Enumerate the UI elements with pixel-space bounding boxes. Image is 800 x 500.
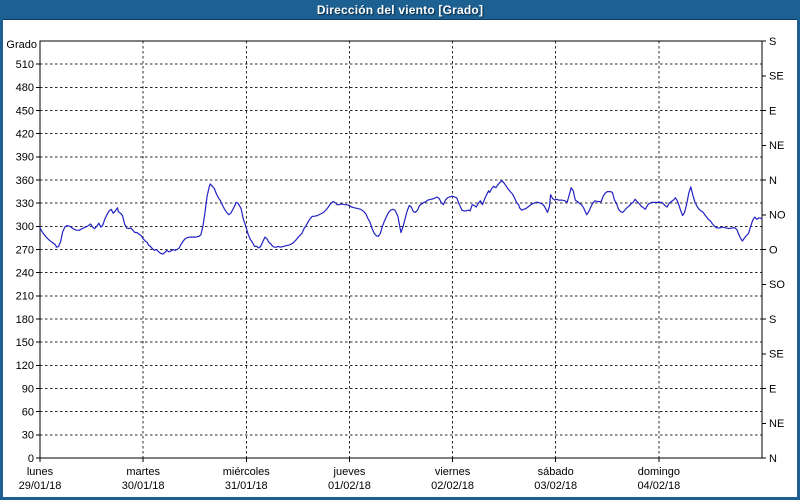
y-left-tick-label: 210 <box>16 291 34 303</box>
y-left-tick-label: 240 <box>16 268 34 280</box>
x-day-name-label: viernes <box>435 466 471 478</box>
y-right-compass-label: NE <box>769 140 784 152</box>
x-day-name-label: sábado <box>538 466 574 478</box>
y-left-tick-label: 30 <box>22 430 34 442</box>
y-right-compass-label: O <box>769 244 778 256</box>
y-left-tick-label: 480 <box>16 82 34 94</box>
x-day-name-label: jueves <box>333 466 366 478</box>
y-right-compass-label: N <box>769 453 777 465</box>
y-right-compass-label: S <box>769 314 776 326</box>
y-left-tick-label: 390 <box>16 152 34 164</box>
wind-direction-chart: 0 30 60 90 120 150 180 210 240 270 300 330 360 390 420… <box>6 36 786 492</box>
y-right-compass-label: SE <box>769 349 784 361</box>
y-right-compass-label: E <box>769 105 776 117</box>
x-day-date-label: 02/02/18 <box>431 480 474 492</box>
x-day-name-label: martes <box>126 466 160 478</box>
y-left-tick-label: 510 <box>16 59 34 71</box>
y-left-tick-label: 120 <box>16 360 34 372</box>
chart-window: Dirección del viento [Grado] 0 30 60 90 120 1… <box>0 0 800 500</box>
y-right-compass-label: NO <box>769 210 786 222</box>
wind-direction-line <box>39 180 763 255</box>
y-left-tick-label: 360 <box>16 175 34 187</box>
x-day-date-label: 04/02/18 <box>637 480 680 492</box>
y-left-tick-label: 450 <box>16 105 34 117</box>
x-day-name-label: miércoles <box>223 466 271 478</box>
y-right-compass-label: SO <box>769 279 785 291</box>
y-left-tick-label: 180 <box>16 314 34 326</box>
y-left-tick-label: 330 <box>16 198 34 210</box>
y-left-tick-label: 420 <box>16 129 34 141</box>
x-day-name-label: lunes <box>27 466 54 478</box>
y-right-compass-label: N <box>769 175 777 187</box>
y-right-compass-label: S <box>769 36 776 48</box>
y-left-tick-label: 270 <box>16 244 34 256</box>
y-right-compass-label: NE <box>769 418 784 430</box>
x-day-date-label: 31/01/18 <box>225 480 268 492</box>
x-day-date-label: 29/01/18 <box>19 480 62 492</box>
y-right-compass-label: SE <box>769 71 784 83</box>
x-day-date-label: 01/02/18 <box>328 480 371 492</box>
y-left-tick-label: 300 <box>16 221 34 233</box>
y-left-tick-label: 150 <box>16 337 34 349</box>
y-left-tick-label: 90 <box>22 383 34 395</box>
x-day-date-label: 03/02/18 <box>534 480 577 492</box>
y-right-compass-label: E <box>769 383 776 395</box>
y-left-tick-label: 0 <box>28 453 34 465</box>
y-axis-title: Grado <box>6 39 37 51</box>
y-left-tick-label: 60 <box>22 407 34 419</box>
x-day-name-label: domingo <box>638 466 680 478</box>
x-day-date-label: 30/01/18 <box>122 480 165 492</box>
